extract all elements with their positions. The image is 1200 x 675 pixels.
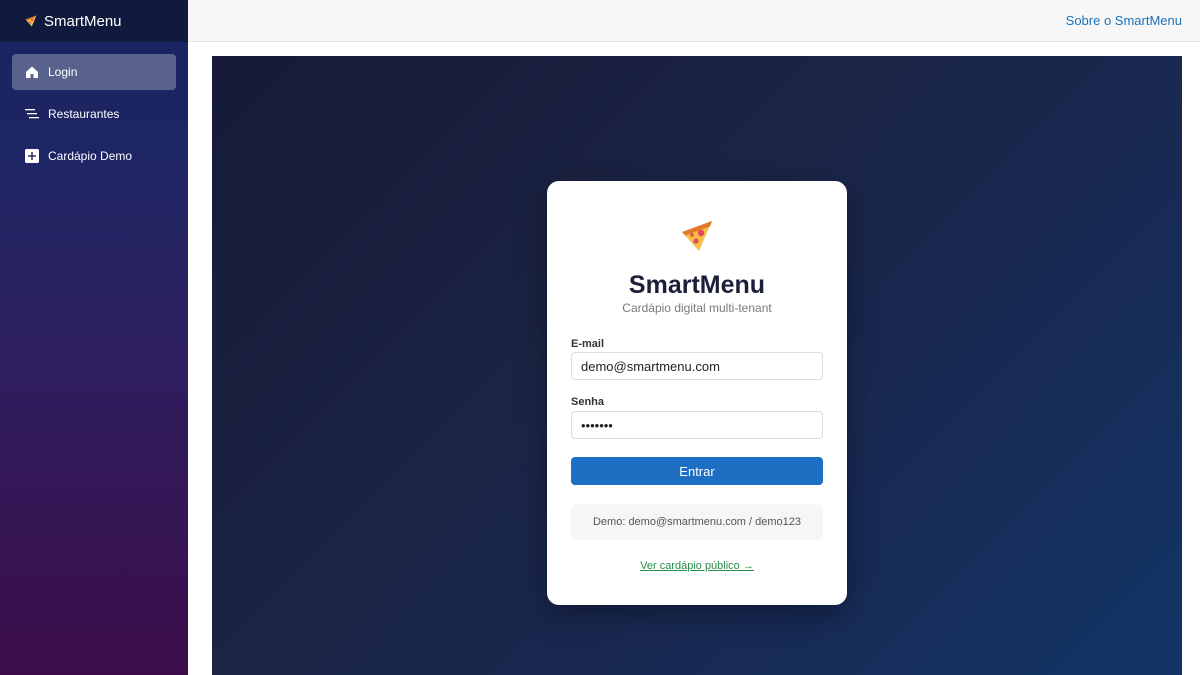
sidebar-item-login[interactable]: Login — [12, 54, 176, 90]
sidebar-item-label: Restaurantes — [48, 107, 120, 121]
password-label: Senha — [571, 396, 605, 408]
brand[interactable]: SmartMenu — [0, 0, 188, 42]
login-subtitle: Cardápio digital multi-tenant — [622, 301, 772, 315]
login-button[interactable]: Entrar — [571, 457, 823, 485]
login-title: SmartMenu — [628, 271, 766, 299]
sidebar-item-cardapio-demo[interactable]: Cardápio Demo — [12, 138, 176, 174]
sidebar-item-label: Cardápio Demo — [48, 149, 133, 163]
list-icon — [24, 106, 40, 122]
email-field[interactable] — [571, 352, 823, 380]
about-link[interactable]: Sobre o SmartMenu — [1066, 13, 1182, 28]
sidebar: SmartMenu Login Restaurantes Cardápio De… — [0, 0, 188, 675]
top-bar: Sobre o SmartMenu — [188, 0, 1200, 42]
sidebar-item-label: Login — [48, 65, 78, 79]
demo-hint-text: Demo: demo@smartmenu.com / demo123 — [592, 516, 802, 528]
login-stage: SmartMenu Cardápio digital multi-tenant … — [212, 56, 1182, 675]
plus-square-icon — [24, 148, 40, 164]
sidebar-item-restaurantes[interactable]: Restaurantes — [12, 96, 176, 132]
password-field[interactable] — [571, 411, 823, 439]
brand-name: SmartMenu — [44, 12, 122, 30]
login-card: SmartMenu Cardápio digital multi-tenant … — [547, 181, 847, 605]
public-menu-link[interactable]: Ver cardápio público → — [547, 560, 847, 572]
home-icon — [24, 64, 40, 80]
pizza-icon — [25, 15, 37, 27]
demo-credentials-hint: Demo: demo@smartmenu.com / demo123 — [571, 504, 823, 540]
email-label: E-mail — [571, 338, 605, 350]
pizza-icon — [682, 221, 712, 251]
